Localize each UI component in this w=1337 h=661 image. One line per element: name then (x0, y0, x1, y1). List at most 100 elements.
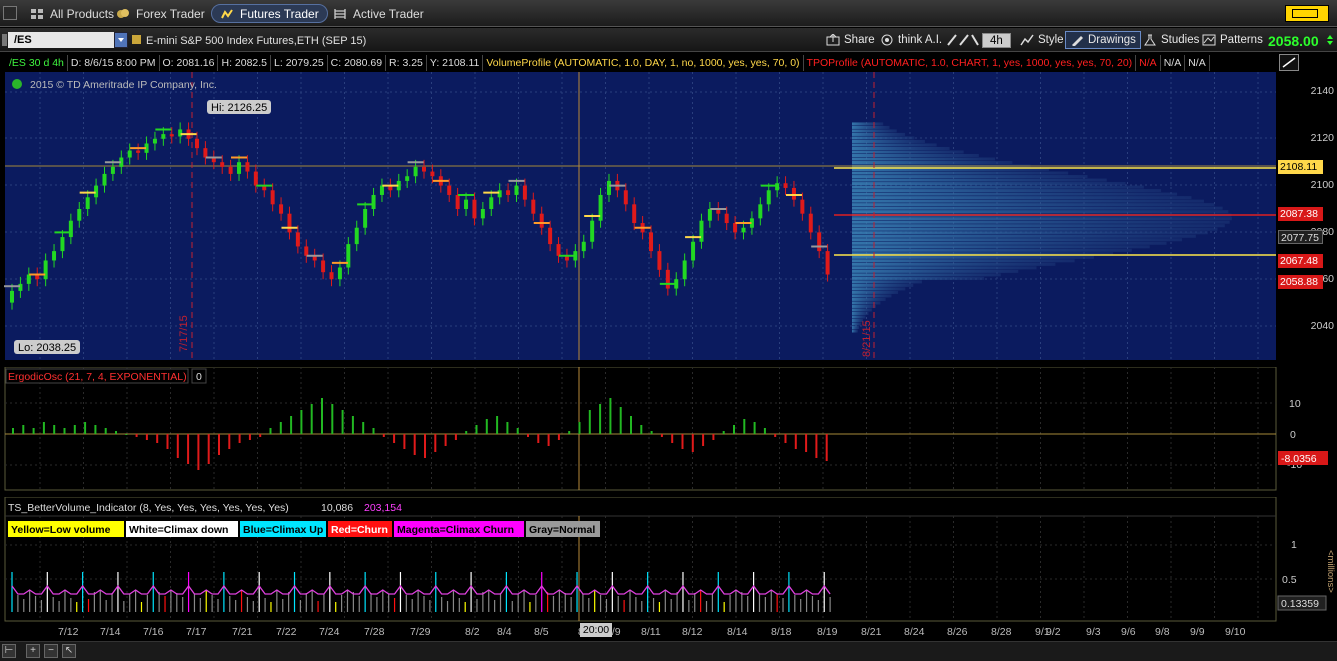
volume-indicator-panel[interactable]: TS_BetterVolume_Indicator (8, Yes, Yes, … (0, 497, 1337, 623)
price-bar-body (472, 199, 477, 219)
ergodic-bar (671, 434, 674, 443)
studies-button[interactable]: Studies (1139, 31, 1203, 49)
top-tab-bar: All Products Forex Trader Futures Trader… (0, 0, 1337, 27)
drawings-button[interactable]: Drawings (1065, 31, 1141, 49)
volume-tag: 0.13359 (1281, 598, 1319, 610)
profile-row (852, 262, 1056, 266)
info-tpoprofile[interactable]: TPOProfile (AUTOMATIC, 1.0, CHART, 1, ye… (804, 55, 1137, 71)
share-button[interactable]: Share (822, 31, 879, 49)
volume-title[interactable]: TS_BetterVolume_Indicator (8, Yes, Yes, … (8, 502, 289, 514)
date-tick: 7/22 (276, 626, 297, 638)
timeframe-button[interactable]: 4h (982, 33, 1011, 48)
profile-row (852, 220, 1230, 224)
price-axis[interactable]: 2140 2120 2100 2080 2060 2040 2108.11 20… (1276, 72, 1337, 362)
profile-row (852, 280, 922, 284)
price-bar-body (733, 223, 738, 233)
think-icon (881, 34, 893, 46)
symbol-input[interactable]: /ES (8, 32, 114, 48)
zoom-in-icon[interactable]: + (26, 644, 40, 658)
price-bar-body (405, 176, 410, 181)
ergodic-bar (630, 416, 632, 434)
profile-row (852, 311, 869, 315)
patterns-button[interactable]: Patterns (1198, 31, 1267, 49)
zoom-out-icon[interactable]: − (44, 644, 58, 658)
symbol-dropdown-button[interactable] (114, 32, 128, 48)
link-icon[interactable] (2, 34, 7, 46)
date-tick: 8/14 (727, 626, 748, 638)
crosshair-tool-button[interactable] (1279, 54, 1299, 71)
info-volumeprofile[interactable]: VolumeProfile (AUTOMATIC, 1.0, DAY, 1, n… (483, 55, 804, 71)
price-tag-val: 2067.48 (1278, 254, 1323, 268)
price-tick: 2100 (1310, 179, 1334, 191)
price-bar-body (85, 197, 90, 209)
ergodic-bar (393, 434, 396, 443)
profile-row (852, 304, 876, 308)
profile-row (852, 259, 1075, 263)
price-bar-body (237, 162, 242, 174)
ergodic-bar (599, 404, 602, 434)
price-bar-body (413, 166, 418, 177)
ergodic-bar (733, 425, 735, 434)
tab-forex-trader[interactable]: Forex Trader (108, 4, 213, 23)
price-bar-body (623, 190, 628, 205)
ergodic-bar (362, 422, 365, 434)
profile-row (852, 122, 884, 126)
ergodic-bar (351, 416, 354, 434)
price-chart-panel[interactable]: 7/17/15 8/21/15 Hi: 2126.25 Lo: 2038.25 … (0, 72, 1276, 362)
ladder-icon (333, 8, 347, 20)
profile-row (852, 161, 1013, 165)
think-label: think A.I. (898, 34, 943, 46)
price-tag-last: 2058.88 (1278, 275, 1323, 289)
price-bar-body (464, 199, 469, 209)
profile-row (852, 203, 1215, 207)
price-bar-body (245, 162, 250, 172)
ergodic-bar (228, 434, 231, 449)
price-bar-body (649, 232, 654, 252)
ergodic-bar (650, 431, 653, 434)
date-tick: 7/16 (143, 626, 164, 638)
ergodic-bar (125, 434, 128, 435)
price-bar-body (203, 148, 208, 158)
ergodic-bar (382, 434, 385, 437)
ergodic-bar (588, 410, 591, 434)
ergodic-bar (145, 434, 148, 440)
ergodic-bar (547, 434, 550, 446)
pointer-icon[interactable]: ↖ (62, 644, 76, 658)
ergodic-bar (496, 416, 499, 434)
tools-icon (947, 34, 979, 46)
tab-futures-trader[interactable]: Futures Trader (211, 4, 328, 23)
draw-tools-button[interactable] (942, 31, 984, 49)
ergodic-bar (537, 434, 540, 443)
profile-row (852, 266, 1037, 270)
bottom-navigation: ⊢ + − ↖ (0, 641, 1337, 661)
price-bar-body (455, 194, 460, 209)
price-bar-body (110, 166, 115, 174)
date-axis[interactable]: 7/12 7/14 7/16 7/17 7/21 7/22 7/24 7/28 7/29 8/2 8… (0, 623, 1276, 641)
ergodic-title[interactable]: ErgodicOsc (21, 7, 4, EXPONENTIAL) (8, 371, 187, 383)
price-bar-body (228, 166, 233, 174)
ergodic-bar (681, 434, 684, 449)
tab-label: Forex Trader (136, 6, 205, 21)
date-tick: 7/14 (100, 626, 121, 638)
symbol-star-icon[interactable] (132, 35, 141, 44)
menu-icon[interactable] (3, 6, 17, 20)
price-bar-body (447, 185, 452, 195)
date-marker-label: 7/17/15 (178, 315, 190, 352)
tab-active-trader[interactable]: Active Trader (325, 4, 432, 23)
ergodic-bar (527, 434, 529, 437)
active-trader-window-icon[interactable] (1285, 5, 1329, 22)
collapse-icon[interactable]: ⊢ (2, 644, 16, 658)
date-tick: 7/21 (232, 626, 253, 638)
price-bar-body (26, 274, 31, 284)
style-button[interactable]: Style (1016, 31, 1068, 49)
ergodic-oscillator-panel[interactable]: ErgodicOsc (21, 7, 4, EXPONENTIAL) 0 10 … (0, 367, 1337, 492)
think-ai-button[interactable]: think A.I. (876, 31, 946, 49)
price-bar-body (422, 166, 426, 172)
volume-unit: <millions> (1325, 550, 1336, 593)
profile-row (852, 136, 915, 140)
lo-label: Lo: 2038.25 (18, 342, 76, 354)
price-bar-body (531, 199, 536, 214)
price-tick: 2120 (1310, 132, 1334, 144)
price-bar-body (581, 241, 586, 252)
ergodic-bar (187, 434, 190, 464)
